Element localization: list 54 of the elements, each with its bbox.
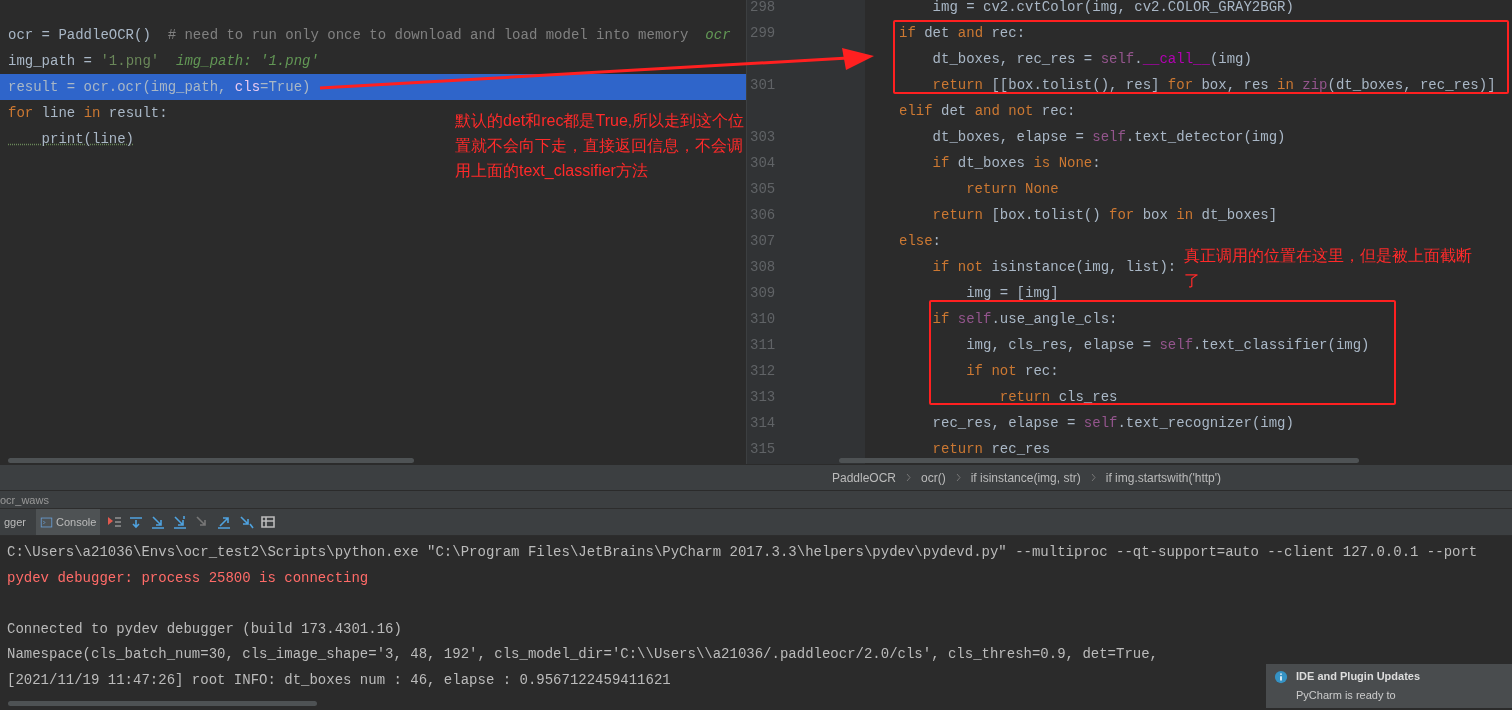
code-line: else: (898, 233, 941, 249)
code-line: img_path = '1.png' img_path: '1.png' (7, 52, 319, 71)
notification-text: PyCharm is ready to (1296, 689, 1397, 702)
console-line: Connected to pydev debugger (build 173.4301.16) (6, 619, 402, 639)
console-line: C:\Users\a21036\Envs\ocr_test2\Scripts\python.exe "C:\Program Files\JetBrains\PyCharm 2017.3.3\helpers\pydev\pydevd.py" --multiproc --qt-support=auto --client 127.0.0.1 --port (6, 543, 1478, 562)
code-line: print(line) (40, 130, 135, 149)
code-line: return None (965, 181, 1059, 197)
evaluate-table-icon[interactable] (260, 514, 277, 530)
step-into-icon[interactable] (150, 514, 167, 530)
chevron-icon (1090, 473, 1096, 482)
code-line: return [[box.tolist(), res] for box, res in zip(dt_boxes, rec_res)] (931, 77, 1496, 93)
annotation-note: 真正调用的位置在这里，但是被上面截断了 (1184, 246, 1473, 291)
console-icon (40, 515, 54, 529)
notification-title: IDE and Plugin Updates (1296, 670, 1422, 684)
code-line: if det and rec: (898, 25, 1026, 41)
notification-popup[interactable]: IDE and Plugin Updates PyCharm is ready to (1266, 664, 1512, 708)
code-line: dt_boxes, rec_res = self.__call__(img) (931, 51, 1252, 67)
console-line: [2021/11/19 11:47:26] root INFO: dt_boxes num : 46, elapse : 0.9567122459411621 (6, 670, 671, 690)
step-out-icon[interactable] (216, 514, 233, 530)
code-line: return cls_res (998, 389, 1118, 405)
tool-tab[interactable]: Console (36, 509, 101, 535)
breadcrumb-item[interactable]: PaddleOCR (832, 470, 897, 485)
console-line: Namespace(cls_batch_num=30, cls_image_shape='3, 48, 192', cls_model_dir='C:\\Users\\a21036/.paddleocr/2.0/cls', cls_thresh=0.9, det=True, (6, 645, 1158, 665)
code-line: img = [img] (965, 285, 1059, 301)
code-line: img, cls_res, elapse = self.text_classifier(img) (965, 337, 1370, 353)
code-line: elif det and not rec: (898, 103, 1076, 119)
chevron-icon (906, 473, 912, 482)
code-line: if not rec: (965, 363, 1059, 379)
rerun-icon[interactable] (106, 514, 123, 530)
tool-tab[interactable]: gger (0, 509, 31, 535)
code-line: dt_boxes, elapse = self.text_detector(img) (931, 129, 1286, 145)
tool-window-title: ocr_waws (0, 490, 1512, 508)
console-line: pydev debugger: process 25800 is connecting (6, 568, 369, 588)
step-into-my-code-icon[interactable] (172, 514, 189, 530)
code-line: rec_res, elapse = self.text_recognizer(img) (931, 415, 1294, 431)
scrollbar[interactable] (8, 701, 317, 706)
code-line: return rec_res (931, 441, 1051, 457)
breadcrumb-item[interactable]: if img.startswith('http') (1105, 470, 1221, 485)
breadcrumb-item[interactable]: ocr() (921, 470, 946, 485)
chevron-icon (955, 473, 961, 482)
scrollbar[interactable] (8, 458, 414, 463)
code-line: if dt_boxes is None: (931, 155, 1101, 171)
run-to-cursor-icon[interactable] (238, 514, 255, 530)
code-line: if self.use_angle_cls: (931, 311, 1118, 327)
code-line: ocr = PaddleOCR() # need to run only once to download and load model into memory ocr (7, 26, 731, 45)
code-line: img = cv2.cvtColor(img, cv2.COLOR_GRAY2BGR) (931, 0, 1294, 15)
code-line: if not isinstance(img, list): (931, 259, 1177, 275)
scrollbar[interactable] (839, 458, 1359, 463)
annotation-note: 默认的det和rec都是True,所以走到这个位置就不会向下走，直接返回信息，不会调用上面的text_classifier方法 (455, 111, 745, 181)
info-icon (1274, 670, 1288, 684)
breadcrumb-item[interactable]: if isinstance(img, str) (970, 470, 1081, 485)
code-line: return [box.tolist() for box in dt_boxes] (931, 207, 1278, 223)
step-over-icon[interactable] (128, 514, 145, 530)
code-line: for line in result: (7, 104, 168, 123)
